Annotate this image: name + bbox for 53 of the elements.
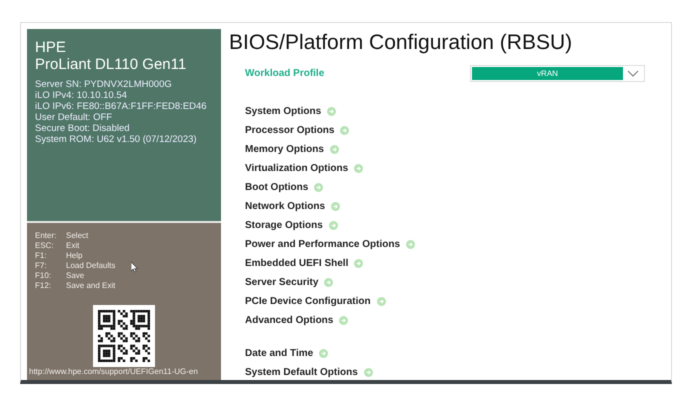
menu-item[interactable]: Power and Performance Options bbox=[245, 239, 400, 250]
arrow-circle-icon bbox=[330, 145, 339, 154]
key-name: ESC: bbox=[35, 241, 55, 251]
help-url: http://www.hpe.com/support/UEFIGen11-UG-en bbox=[28, 367, 199, 378]
menu-item[interactable]: System Options bbox=[245, 106, 322, 117]
system-detail: Secure Boot: Disabled bbox=[35, 123, 131, 134]
key-action: Help bbox=[66, 251, 82, 261]
menu-item[interactable]: Advanced Options bbox=[245, 315, 334, 326]
arrow-circle-icon bbox=[340, 126, 350, 135]
qr-code-icon bbox=[93, 305, 155, 367]
system-detail: iLO IPv4: 10.10.10.54 bbox=[35, 90, 128, 101]
arrow-circle-icon bbox=[331, 202, 340, 211]
key-name: F12: bbox=[35, 281, 52, 291]
chevron-down-icon bbox=[627, 70, 639, 78]
menu-item[interactable]: Date and Time bbox=[245, 348, 314, 359]
menu-item[interactable]: PCIe Device Configuration bbox=[245, 296, 371, 307]
system-detail: iLO IPv6: FE80::B67A:F1FF:FED8:ED46 bbox=[35, 101, 208, 112]
arrow-circle-icon bbox=[324, 278, 334, 287]
vendor-name: HPE bbox=[35, 39, 67, 56]
menu-item[interactable]: Server Security bbox=[245, 277, 318, 288]
arrow-circle-icon bbox=[354, 164, 364, 173]
mouse-pointer-icon bbox=[131, 262, 138, 272]
arrow-circle-icon bbox=[319, 349, 328, 358]
page-title: BIOS/Platform Configuration (RBSU) bbox=[229, 31, 574, 55]
arrow-circle-icon bbox=[354, 259, 364, 268]
key-name: F1: bbox=[35, 251, 48, 261]
key-action: Load Defaults bbox=[66, 261, 116, 271]
server-model: ProLiant DL110 Gen11 bbox=[35, 56, 188, 73]
key-name: F7: bbox=[35, 261, 48, 271]
key-action: Save and Exit bbox=[66, 281, 116, 291]
menu-item[interactable]: Storage Options bbox=[245, 220, 323, 231]
key-action: Select bbox=[66, 231, 88, 241]
system-detail: System ROM: U62 v1.50 (07/12/2023) bbox=[35, 134, 198, 145]
arrow-circle-icon bbox=[376, 297, 386, 306]
menu-item[interactable]: Processor Options bbox=[245, 125, 334, 136]
menu-item[interactable]: Boot Options bbox=[245, 182, 308, 193]
menu-item[interactable]: System Default Options bbox=[245, 367, 358, 378]
menu-item[interactable]: Virtualization Options bbox=[245, 163, 348, 174]
arrow-circle-icon bbox=[339, 316, 348, 325]
key-name: F10: bbox=[35, 271, 52, 281]
arrow-circle-icon bbox=[327, 107, 336, 116]
arrow-circle-icon bbox=[314, 183, 324, 192]
arrow-circle-icon bbox=[364, 368, 373, 377]
key-action: Exit bbox=[66, 241, 80, 251]
system-detail: Server SN: PYDNVX2LMH000G bbox=[35, 79, 173, 90]
arrow-circle-icon bbox=[328, 221, 338, 230]
menu-item[interactable]: Network Options bbox=[245, 201, 326, 212]
system-detail: User Default: OFF bbox=[35, 112, 114, 123]
menu-item[interactable]: Memory Options bbox=[245, 144, 324, 155]
menu-item[interactable]: Embedded UEFI Shell bbox=[245, 258, 348, 269]
arrow-circle-icon bbox=[406, 240, 416, 249]
key-action: Save bbox=[66, 271, 84, 281]
key-name: Enter: bbox=[35, 231, 58, 241]
